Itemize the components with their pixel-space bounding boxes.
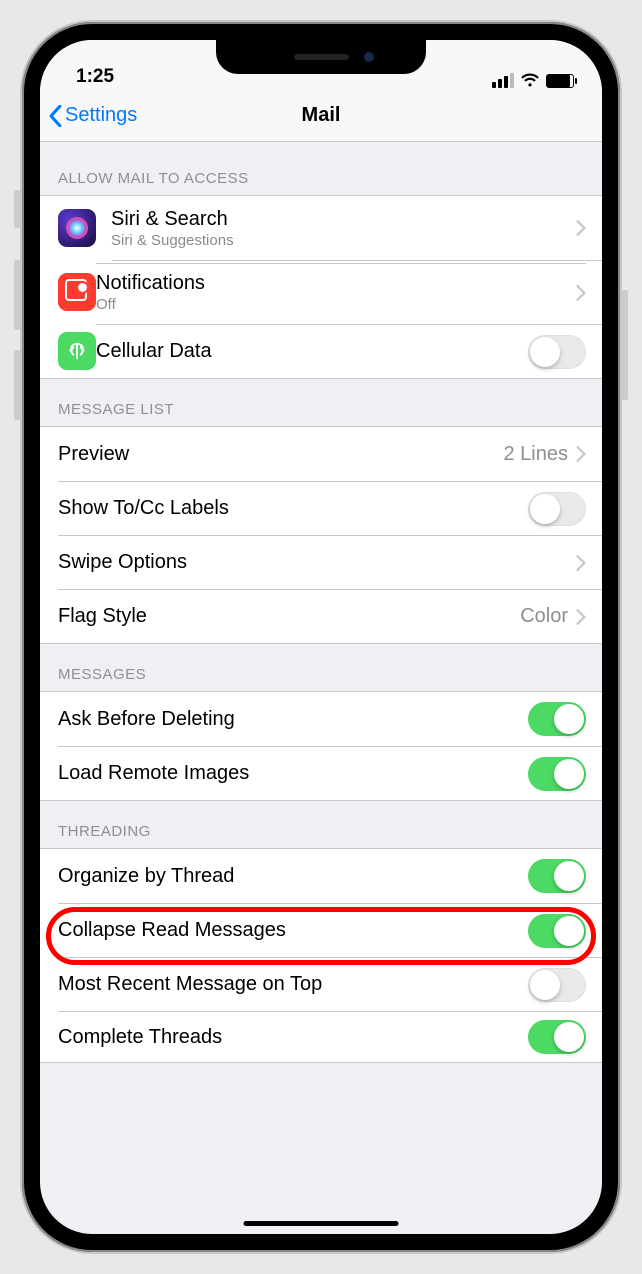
screen: 1:25 Settings — [40, 40, 602, 1234]
row-flag-style[interactable]: Flag Style Color — [40, 589, 602, 643]
wifi-icon — [520, 73, 540, 88]
row-notifications[interactable]: Notifications Off — [40, 260, 602, 324]
cell-subtitle: Siri & Suggestions — [111, 232, 576, 249]
cell-subtitle: Off — [96, 296, 576, 313]
cell-title: Notifications — [96, 272, 576, 295]
cell-title: Swipe Options — [58, 551, 576, 574]
row-preview[interactable]: Preview 2 Lines — [40, 427, 602, 481]
section-header-access: Allow Mail to Access — [40, 142, 602, 195]
cell-title: Cellular Data — [96, 340, 528, 363]
device-frame: 1:25 Settings — [0, 0, 642, 1274]
cell-title: Ask Before Deleting — [58, 708, 528, 731]
toggle-show-tocc[interactable] — [528, 492, 586, 526]
nav-bar: Settings Mail — [40, 90, 602, 142]
back-label: Settings — [65, 104, 137, 127]
toggle-ask-before-deleting[interactable] — [528, 702, 586, 736]
row-show-tocc[interactable]: Show To/Cc Labels — [40, 481, 602, 535]
toggle-complete-threads[interactable] — [528, 1020, 586, 1054]
chevron-right-icon — [576, 220, 586, 236]
cell-title: Flag Style — [58, 605, 520, 628]
section-header-message-list: Message List — [40, 379, 602, 426]
cell-title: Load Remote Images — [58, 762, 528, 785]
chevron-left-icon — [48, 105, 63, 127]
status-icons — [492, 73, 574, 88]
phone-shell: 1:25 Settings — [22, 22, 620, 1252]
row-most-recent-top[interactable]: Most Recent Message on Top — [40, 957, 602, 1011]
cell-title: Siri & Search — [111, 208, 576, 231]
row-complete-threads[interactable]: Complete Threads — [40, 1011, 602, 1062]
chevron-right-icon — [576, 555, 586, 571]
section-header-threading: Threading — [40, 801, 602, 848]
group-threading: Organize by Thread Collapse Read Message… — [40, 848, 602, 1063]
cellular-signal-icon — [492, 73, 514, 88]
cell-title: Preview — [58, 443, 504, 466]
back-button[interactable]: Settings — [48, 104, 137, 127]
toggle-collapse-read[interactable] — [528, 914, 586, 948]
volume-up-button — [14, 260, 20, 330]
siri-icon — [58, 209, 96, 247]
toggle-cellular-data[interactable] — [528, 335, 586, 369]
row-collapse-read[interactable]: Collapse Read Messages — [40, 903, 602, 957]
group-messages: Ask Before Deleting Load Remote Images — [40, 691, 602, 801]
row-load-remote-images[interactable]: Load Remote Images — [40, 746, 602, 800]
cell-title: Complete Threads — [58, 1026, 528, 1049]
notifications-icon — [58, 273, 96, 311]
mute-switch — [14, 190, 20, 228]
cell-value: 2 Lines — [504, 443, 569, 466]
toggle-organize-by-thread[interactable] — [528, 859, 586, 893]
cell-title: Show To/Cc Labels — [58, 497, 528, 520]
home-indicator[interactable] — [244, 1221, 399, 1226]
row-organize-by-thread[interactable]: Organize by Thread — [40, 849, 602, 903]
row-ask-before-deleting[interactable]: Ask Before Deleting — [40, 692, 602, 746]
cell-title: Most Recent Message on Top — [58, 973, 528, 996]
cell-title: Organize by Thread — [58, 865, 528, 888]
notch — [216, 40, 426, 74]
volume-down-button — [14, 350, 20, 420]
power-button — [622, 290, 628, 400]
status-time: 1:25 — [76, 66, 114, 88]
settings-content[interactable]: Allow Mail to Access Siri & Search Siri … — [40, 142, 602, 1234]
toggle-load-remote-images[interactable] — [528, 757, 586, 791]
chevron-right-icon — [576, 285, 586, 301]
row-siri-search[interactable]: Siri & Search Siri & Suggestions — [40, 196, 602, 260]
chevron-right-icon — [576, 609, 586, 625]
cellular-data-icon — [58, 332, 96, 370]
cell-title: Collapse Read Messages — [58, 919, 528, 942]
row-swipe-options[interactable]: Swipe Options — [40, 535, 602, 589]
battery-icon — [546, 74, 574, 88]
group-access: Siri & Search Siri & Suggestions — [40, 195, 602, 379]
cell-value: Color — [520, 605, 568, 628]
chevron-right-icon — [576, 446, 586, 462]
toggle-most-recent-top[interactable] — [528, 968, 586, 1002]
group-message-list: Preview 2 Lines Show To/Cc Labels — [40, 426, 602, 644]
section-header-messages: Messages — [40, 644, 602, 691]
row-cellular-data[interactable]: Cellular Data — [40, 324, 602, 378]
